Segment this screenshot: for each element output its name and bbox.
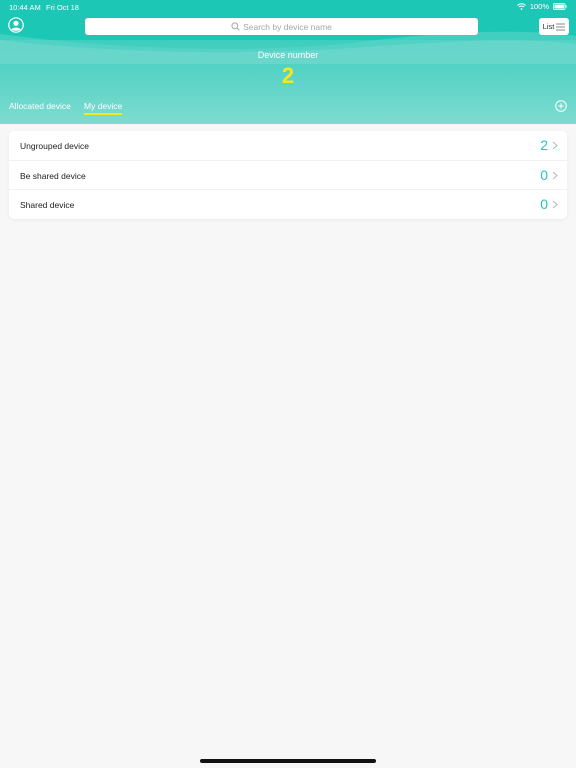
search-placeholder: Search by device name [243,21,332,32]
list-item-ungrouped[interactable]: Ungrouped device 2 [9,131,567,160]
chevron-right-icon [552,200,558,209]
search-icon [231,22,240,31]
device-group-list: Ungrouped device 2 Be shared device 0 Sh… [9,131,567,219]
search-bar[interactable]: Search by device name [85,18,478,35]
list-view-button[interactable]: List [539,18,569,35]
list-view-label: List [542,22,555,31]
plus-circle-icon [555,100,567,112]
user-icon [8,17,24,33]
status-date: Fri Oct 18 [46,3,79,12]
add-device-button[interactable] [555,99,567,112]
list-item-label: Be shared device [20,171,86,181]
list-item-label: Shared device [20,200,75,210]
battery-icon [553,3,567,10]
list-item-count: 0 [540,196,548,212]
tab-my-device[interactable]: My device [84,101,122,111]
list-item-count: 2 [540,137,548,153]
status-bar: 10:44 AM Fri Oct 18 100% [0,0,576,14]
device-number-label: Device number [257,50,319,60]
battery-percent: 100% [529,2,549,11]
list-item-count: 0 [540,167,548,183]
device-number-value: 2 [281,63,295,88]
wifi-icon [516,3,526,10]
chevron-right-icon [552,171,558,180]
chevron-right-icon [552,141,558,150]
list-icon [556,23,566,30]
active-tab-indicator [84,113,122,115]
list-item-shared[interactable]: Shared device 0 [9,189,567,219]
list-item-be-shared[interactable]: Be shared device 0 [9,160,567,190]
profile-avatar-button[interactable] [8,17,24,33]
status-right: 100% [516,2,567,11]
header: 10:44 AM Fri Oct 18 100% Search by devic… [0,0,576,124]
list-item-label: Ungrouped device [20,141,89,151]
home-indicator [200,759,376,763]
status-time: 10:44 AM [9,3,41,12]
tab-allocated-device[interactable]: Allocated device [9,101,71,111]
